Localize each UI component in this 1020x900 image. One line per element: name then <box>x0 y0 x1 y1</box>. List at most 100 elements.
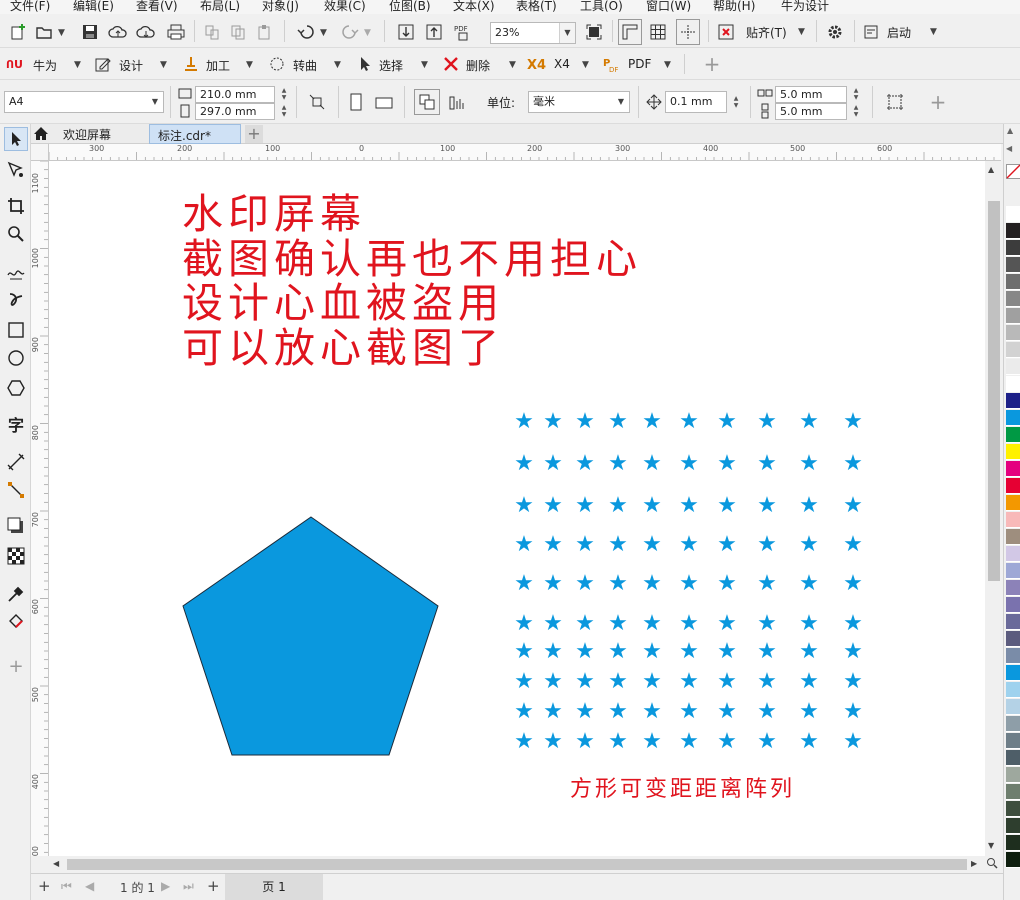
export-icon[interactable] <box>422 19 446 45</box>
star-shape[interactable]: ★ <box>715 453 739 475</box>
menu-object[interactable]: 对象(J) <box>262 0 299 14</box>
show-guidelines-icon[interactable] <box>676 19 700 45</box>
color-swatch[interactable] <box>1006 818 1020 834</box>
star-shape[interactable]: ★ <box>715 495 739 517</box>
color-swatch[interactable] <box>1006 631 1020 647</box>
undo-dropdown-icon[interactable]: ▼ <box>320 28 327 38</box>
star-shape[interactable]: ★ <box>841 641 865 663</box>
color-swatch[interactable] <box>1006 495 1020 511</box>
star-shape[interactable]: ★ <box>677 641 701 663</box>
star-shape[interactable]: ★ <box>541 453 565 475</box>
color-swatch[interactable] <box>1006 784 1020 800</box>
color-swatch[interactable] <box>1006 240 1020 256</box>
star-shape[interactable]: ★ <box>755 411 779 433</box>
star-shape[interactable]: ★ <box>606 453 630 475</box>
previous-page-icon[interactable]: ◀ <box>85 879 94 893</box>
star-shape[interactable]: ★ <box>841 671 865 693</box>
polygon-tool-icon[interactable] <box>4 376 28 400</box>
menu-effects[interactable]: 效果(C) <box>324 0 366 14</box>
color-swatch[interactable] <box>1006 648 1020 664</box>
chevron-down-icon[interactable]: ▼ <box>559 23 575 43</box>
ruler-origin[interactable] <box>31 144 49 161</box>
drop-shadow-tool-icon[interactable] <box>4 514 28 538</box>
nudge-spinner-icon[interactable]: ▲ ▼ <box>729 94 743 110</box>
star-shape[interactable]: ★ <box>606 573 630 595</box>
cloud-upload-icon[interactable] <box>106 19 130 45</box>
text-tool-icon[interactable]: 字 <box>4 412 28 436</box>
width-spinner-icon[interactable]: ▲ ▼ <box>277 86 291 102</box>
star-shape[interactable]: ★ <box>512 573 536 595</box>
add-property-item-icon[interactable]: + <box>926 89 950 115</box>
star-shape[interactable]: ★ <box>715 411 739 433</box>
options-gear-icon[interactable] <box>822 19 848 45</box>
star-shape[interactable]: ★ <box>573 495 597 517</box>
star-shape[interactable]: ★ <box>512 671 536 693</box>
color-swatch[interactable] <box>1006 546 1020 562</box>
launch-label[interactable]: 启动 <box>887 24 911 41</box>
color-swatch[interactable] <box>1006 478 1020 494</box>
show-rulers-icon[interactable] <box>618 19 642 45</box>
process-icon[interactable] <box>180 51 202 77</box>
star-shape[interactable]: ★ <box>640 613 664 635</box>
star-shape[interactable]: ★ <box>715 731 739 753</box>
brand-dropdown-icon[interactable]: ▼ <box>74 60 81 70</box>
star-shape[interactable]: ★ <box>573 641 597 663</box>
star-shape[interactable]: ★ <box>841 411 865 433</box>
menu-niuwei[interactable]: 牛为设计 <box>781 0 829 14</box>
convert-curve-icon[interactable] <box>266 51 288 77</box>
drawing-canvas[interactable]: 水印屏幕 截图确认再也不用担心 设计心血被盗用 可以放心截图了 ★ ★ ★ ★ ★ ★ ★ ★… <box>49 161 985 856</box>
star-shape[interactable]: ★ <box>715 641 739 663</box>
parallel-dimension-tool-icon[interactable] <box>4 450 28 474</box>
star-shape[interactable]: ★ <box>541 641 565 663</box>
menu-view[interactable]: 查看(V) <box>136 0 178 14</box>
star-shape[interactable]: ★ <box>573 411 597 433</box>
save-icon[interactable] <box>78 19 102 45</box>
star-shape[interactable]: ★ <box>797 671 821 693</box>
star-shape[interactable]: ★ <box>841 613 865 635</box>
color-swatch[interactable] <box>1006 444 1020 460</box>
x4-icon[interactable]: X4 <box>526 51 548 77</box>
star-shape[interactable]: ★ <box>606 411 630 433</box>
star-shape[interactable]: ★ <box>541 671 565 693</box>
star-shape[interactable]: ★ <box>715 701 739 723</box>
star-shape[interactable]: ★ <box>640 731 664 753</box>
color-swatch[interactable] <box>1006 308 1020 324</box>
star-shape[interactable]: ★ <box>541 534 565 556</box>
menu-table[interactable]: 表格(T) <box>516 0 557 14</box>
x4-label[interactable]: X4 <box>554 57 570 71</box>
color-swatch[interactable] <box>1006 342 1020 358</box>
duplicate-y-spinner-icon[interactable]: ▲ ▼ <box>849 103 863 119</box>
star-shape[interactable]: ★ <box>640 573 664 595</box>
process-dropdown-icon[interactable]: ▼ <box>246 60 253 70</box>
first-page-icon[interactable]: ⏮ <box>61 879 72 894</box>
star-shape[interactable]: ★ <box>677 731 701 753</box>
star-shape[interactable]: ★ <box>512 534 536 556</box>
star-shape[interactable]: ★ <box>677 573 701 595</box>
color-swatch[interactable] <box>1006 359 1020 375</box>
all-pages-icon[interactable] <box>414 89 440 115</box>
color-swatch[interactable] <box>1006 852 1020 868</box>
rectangle-tool-icon[interactable] <box>4 318 28 342</box>
star-shape[interactable]: ★ <box>541 613 565 635</box>
star-shape[interactable]: ★ <box>606 671 630 693</box>
landscape-icon[interactable] <box>372 89 396 115</box>
scroll-up-icon[interactable]: ▲ <box>988 165 994 174</box>
star-shape[interactable]: ★ <box>573 731 597 753</box>
star-shape[interactable]: ★ <box>541 573 565 595</box>
star-shape[interactable]: ★ <box>573 573 597 595</box>
publish-pdf-icon[interactable]: PDF <box>450 19 478 45</box>
array-caption[interactable]: 方形可变距距离阵列 <box>570 771 795 803</box>
color-swatch[interactable] <box>1006 393 1020 409</box>
undo-icon[interactable] <box>294 19 318 45</box>
star-shape[interactable]: ★ <box>677 495 701 517</box>
star-shape[interactable]: ★ <box>755 534 779 556</box>
menu-help[interactable]: 帮助(H) <box>713 0 755 14</box>
convert-dropdown-icon[interactable]: ▼ <box>334 60 341 70</box>
star-shape[interactable]: ★ <box>755 495 779 517</box>
pdf-dropdown-icon[interactable]: ▼ <box>664 60 671 70</box>
shape-tool-icon[interactable] <box>4 158 28 182</box>
star-shape[interactable]: ★ <box>512 453 536 475</box>
vertical-scrollbar[interactable]: ▲ ▼ <box>985 161 1001 856</box>
star-shape[interactable]: ★ <box>841 534 865 556</box>
transparency-tool-icon[interactable] <box>4 544 28 568</box>
